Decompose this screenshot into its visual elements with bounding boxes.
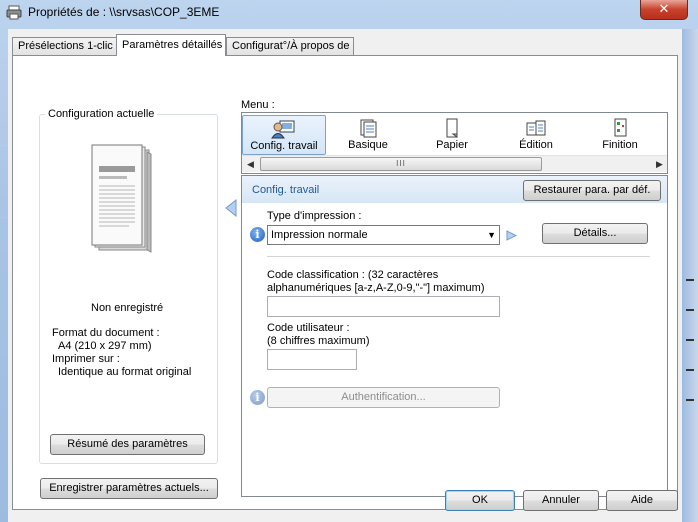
close-button[interactable]: ✕ — [640, 0, 688, 20]
user-code-label: Code utilisateur : — [267, 322, 350, 334]
cancel-button[interactable]: Annuler — [523, 490, 599, 511]
dialog-client-area: Présélections 1-clic Paramètres détaillé… — [8, 29, 682, 522]
basic-icon — [360, 119, 377, 138]
print-type-select[interactable]: Impression normale ▼ — [267, 225, 500, 245]
title-bar[interactable]: Propriétés de : \\srvsas\COP_3EME ✕ — [0, 0, 698, 26]
menu-item-paper[interactable]: Papier — [410, 115, 494, 155]
menu-item-label: Config. travail — [250, 140, 318, 152]
tab-configuration-about[interactable]: Configurat°/À propos de — [226, 37, 354, 55]
paper-icon — [446, 118, 458, 138]
chevron-down-icon: ▼ — [487, 230, 496, 240]
authentication-button[interactable]: Authentification... — [267, 387, 500, 408]
menu-item-label: Finition — [602, 139, 638, 151]
job-config-icon — [271, 120, 295, 139]
menu-item-label: Basique — [348, 139, 388, 151]
document-preview-icon — [91, 144, 152, 253]
background-window-edge — [682, 29, 698, 522]
details-button[interactable]: Détails... — [542, 223, 648, 244]
status-text: Non enregistré — [91, 302, 164, 314]
menu-item-label: Papier — [436, 139, 468, 151]
user-code-input[interactable] — [267, 349, 357, 370]
window-title: Propriétés de : \\srvsas\COP_3EME — [28, 5, 220, 19]
ok-button[interactable]: OK — [445, 490, 515, 511]
panel-header: Config. travail Restaurer para. par déf. — [242, 176, 667, 203]
help-button[interactable]: Aide — [606, 490, 678, 511]
user-code-label-line2: (8 chiffres maximum) — [267, 335, 370, 347]
tab-one-click-presets[interactable]: Présélections 1-clic — [12, 37, 118, 55]
menu-item-basic[interactable]: Basique — [326, 115, 410, 155]
menu-horizontal-scrollbar[interactable]: ◀ III ▶ — [242, 155, 667, 172]
print-type-label: Type d'impression : — [267, 210, 362, 222]
info-icon[interactable]: i — [250, 227, 265, 242]
tab-panel: Configuration actuelle Non enregistré Fo… — [12, 55, 678, 510]
scroll-right-icon[interactable]: ▶ — [656, 159, 663, 170]
save-current-settings-button[interactable]: Enregistrer paramètres actuels... — [40, 478, 218, 499]
print-type-value: Impression normale — [271, 229, 368, 241]
menu-label: Menu : — [241, 99, 275, 111]
collapse-left-icon[interactable] — [225, 199, 237, 217]
menu-item-label: Édition — [519, 139, 553, 151]
printer-icon — [6, 5, 22, 20]
info-icon[interactable]: i — [250, 390, 265, 405]
menu-item-job-config[interactable]: Config. travail — [242, 115, 326, 155]
menu-item-finishing[interactable]: Finition — [578, 115, 662, 155]
settings-summary-button[interactable]: Résumé des paramètres — [50, 434, 205, 455]
separator — [267, 256, 650, 257]
edition-icon — [526, 120, 546, 136]
expand-right-icon[interactable] — [506, 230, 517, 241]
current-configuration-title: Configuration actuelle — [45, 108, 158, 120]
classification-code-label: Code classification : (32 caractères — [267, 269, 439, 281]
scroll-thumb[interactable]: III — [260, 157, 542, 171]
printer-properties-window: Propriétés de : \\srvsas\COP_3EME ✕ Prés… — [0, 0, 698, 522]
scroll-left-icon[interactable]: ◀ — [247, 159, 254, 170]
panel-title: Config. travail — [252, 184, 320, 196]
job-config-panel: Config. travail Restaurer para. par déf.… — [241, 175, 668, 497]
menu-icon-list: Config. travail Basique Papier Édition F… — [241, 112, 668, 174]
restore-defaults-button[interactable]: Restaurer para. par déf. — [523, 180, 661, 201]
finishing-icon — [614, 118, 627, 137]
classification-code-input[interactable] — [267, 296, 500, 317]
classification-code-label-line2: alphanumériques [a-z,A-Z,0-9,"-"] maximu… — [267, 282, 485, 294]
menu-item-edition[interactable]: Édition — [494, 115, 578, 155]
tab-detailed-settings[interactable]: Paramètres détaillés — [116, 34, 226, 56]
document-format-label: Format du document : — [52, 327, 160, 339]
print-on-value: Identique au format original — [58, 366, 192, 378]
document-format-value: A4 (210 x 297 mm) — [58, 340, 152, 352]
print-on-label: Imprimer sur : — [52, 353, 120, 365]
